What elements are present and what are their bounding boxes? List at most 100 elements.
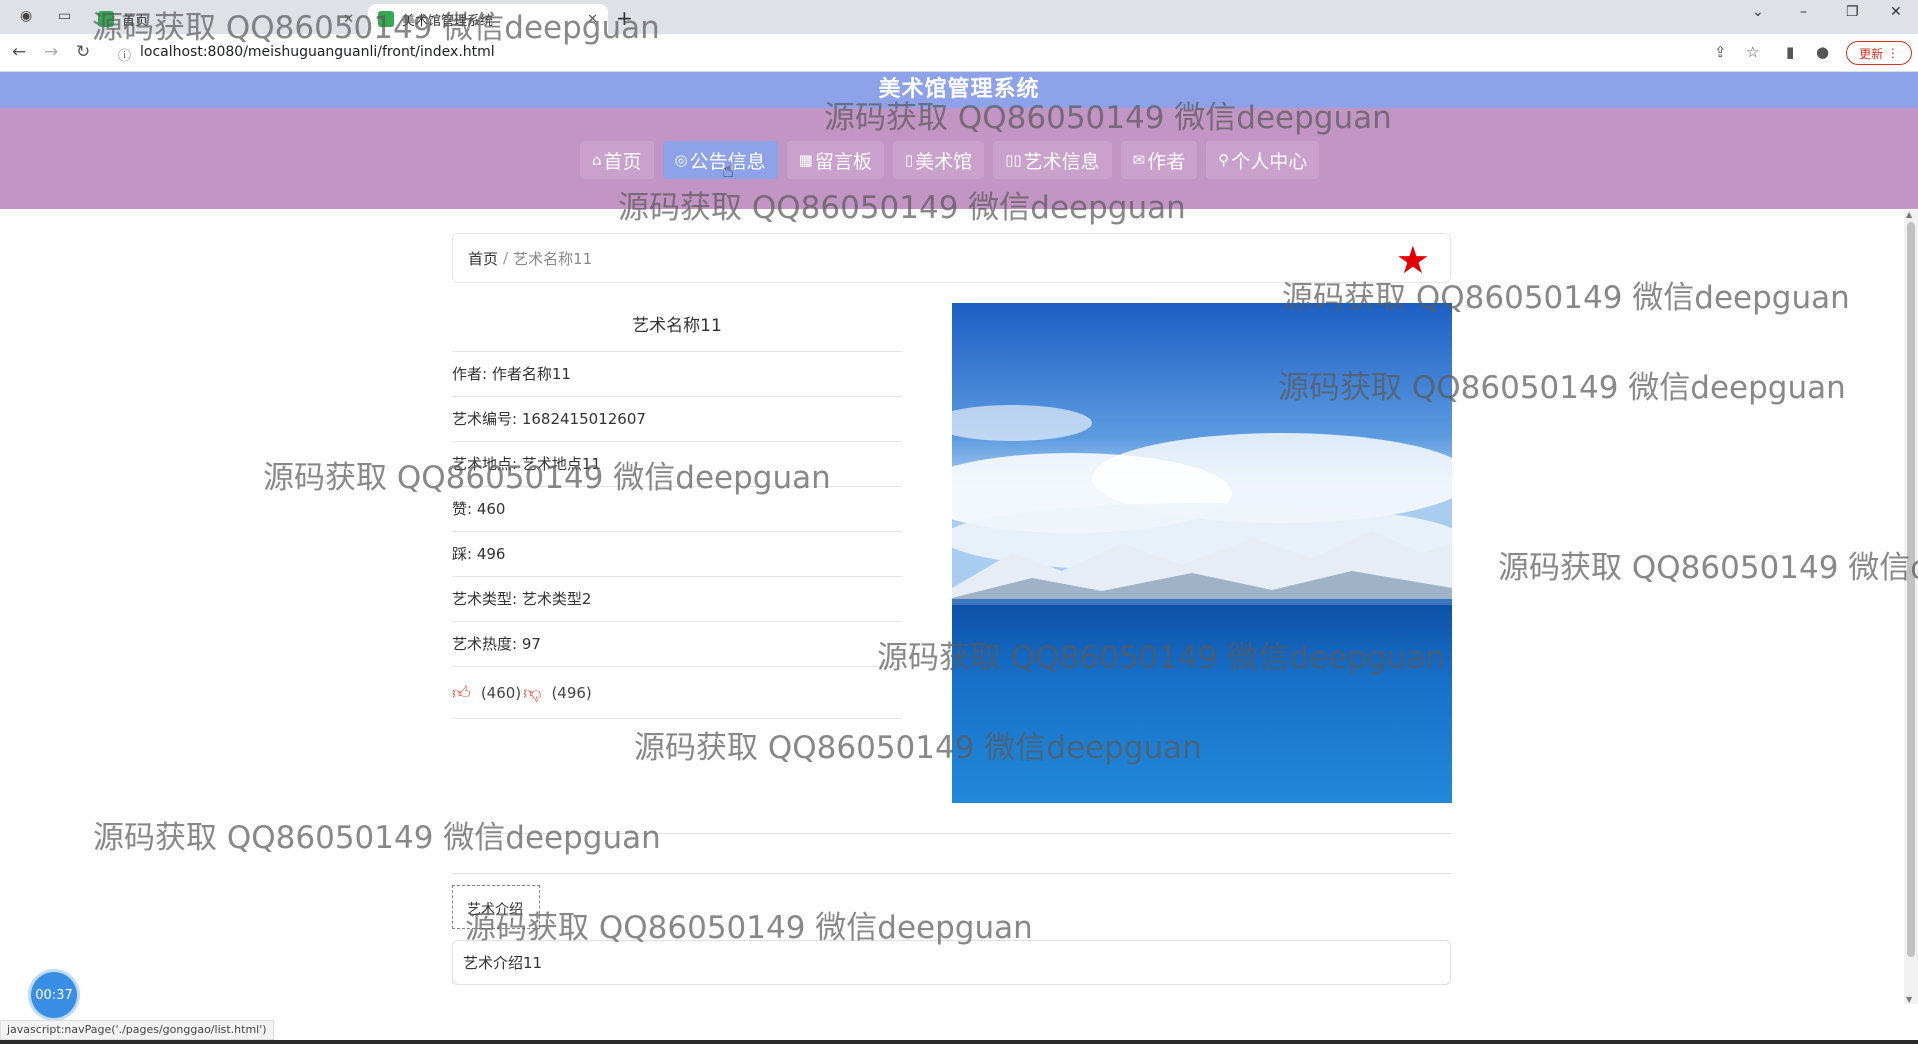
notice-icon: ◎ xyxy=(674,151,688,169)
menu-item-gallery[interactable]: ▯ 美术馆 xyxy=(892,141,985,179)
menu-item-home[interactable]: ⌂ 首页 xyxy=(580,141,654,179)
new-tab-icon[interactable]: + xyxy=(616,6,633,30)
user-icon: ⚲ xyxy=(1218,151,1230,169)
menu-item-label: 留言板 xyxy=(814,150,872,173)
watermark-text: 源码获取 QQ86050149 微信deepguan xyxy=(93,820,661,856)
menu-item-label: 艺术信息 xyxy=(1023,150,1100,173)
scroll-down-icon[interactable]: ▼ xyxy=(1906,995,1912,1004)
detail-row-art-type: 艺术类型: 艺术类型2 xyxy=(452,577,902,622)
divider xyxy=(452,833,1451,834)
like-count: (460) xyxy=(480,683,522,702)
browser-menu-icon[interactable]: ◉ xyxy=(20,8,32,24)
menu-item-message-board[interactable]: ▦ 留言板 xyxy=(786,141,884,179)
breadcrumb-home-link[interactable]: 首页 xyxy=(468,248,498,269)
field-label: 艺术地点: xyxy=(452,455,518,473)
field-value: 艺术类型2 xyxy=(521,590,592,608)
close-icon[interactable]: ✕ xyxy=(343,12,354,27)
detail-row-dislikes: 踩: 496 xyxy=(452,532,902,577)
tab-art-intro[interactable]: 艺术介绍 xyxy=(452,885,540,929)
browser-tab-1[interactable]: 首页 ✕ xyxy=(88,4,364,34)
thumbs-up-icon[interactable]: 👍︎ xyxy=(452,682,471,704)
taskbar-edge xyxy=(0,1040,1918,1044)
favorite-star-icon[interactable]: ★ xyxy=(1396,238,1430,282)
home-icon: ⌂ xyxy=(592,151,602,169)
field-value: 艺术地点11 xyxy=(521,455,601,473)
gallery-icon: ▯ xyxy=(904,151,914,169)
tab-search-icon[interactable]: ▭ xyxy=(58,8,71,24)
main-menu: ⌂ 首页 ◎ 公告信息 ▦ 留言板 ▯ 美术馆 ▯▯ 艺术信息 ✉ 作者 ⚲ 个… xyxy=(580,141,1320,179)
scroll-up-icon[interactable]: ▲ xyxy=(1906,210,1912,219)
share-icon[interactable]: ⇪ xyxy=(1714,43,1727,61)
art-detail-panel: 艺术名称11 作者: 作者名称11 艺术编号: 1682415012607 艺术… xyxy=(452,300,902,719)
field-value: 97 xyxy=(521,635,541,653)
browser-tab-2[interactable]: 美术馆管理系统 ✕ xyxy=(368,4,608,34)
breadcrumb: 首页 / 艺术名称11 ★ xyxy=(452,233,1451,283)
vote-row: 👍︎ (460) 👎︎ (496) xyxy=(452,667,902,719)
detail-row-author: 作者: 作者名称11 xyxy=(452,352,902,397)
field-label: 赞: xyxy=(452,500,473,518)
menu-item-personal-center[interactable]: ⚲ 个人中心 xyxy=(1206,141,1320,179)
divider xyxy=(452,873,1451,874)
art-title: 艺术名称11 xyxy=(452,300,902,352)
browser-tab-bar: ◉ ▭ 首页 ✕ 美术馆管理系统 ✕ + ⌄ – ❐ ✕ xyxy=(0,0,1918,34)
forward-icon[interactable]: → xyxy=(44,42,58,62)
browser-tab-title: 美术馆管理系统 xyxy=(402,13,494,29)
close-icon[interactable]: ✕ xyxy=(587,12,598,27)
message-board-icon: ▦ xyxy=(798,151,813,169)
breadcrumb-separator: / xyxy=(503,249,509,267)
field-label: 艺术类型: xyxy=(452,590,518,608)
menu-item-label: 首页 xyxy=(603,150,642,173)
tab-favicon-icon xyxy=(378,11,394,27)
field-label: 艺术编号: xyxy=(452,410,518,428)
page-title: 美术馆管理系统 xyxy=(878,77,1040,102)
field-value: 1682415012607 xyxy=(521,410,646,428)
address-bar: ← → ↻ ⓘ localhost:8080/meishuguanguanli/… xyxy=(0,34,1918,72)
profile-avatar-icon[interactable]: ● xyxy=(1816,43,1829,61)
landscape-image xyxy=(952,303,1452,803)
menu-item-notice[interactable]: ◎ 公告信息 xyxy=(662,141,778,179)
menu-item-label: 美术馆 xyxy=(915,150,973,173)
field-value: 496 xyxy=(476,545,506,563)
side-panel-icon[interactable]: ▮ xyxy=(1786,43,1794,61)
field-label: 作者: xyxy=(452,365,488,383)
dislike-count: (496) xyxy=(551,683,592,702)
tab-favicon-icon xyxy=(98,11,114,27)
menu-item-label: 作者 xyxy=(1147,150,1186,173)
url-field[interactable]: localhost:8080/meishuguanguanli/front/in… xyxy=(140,44,495,60)
field-label: 艺术热度: xyxy=(452,635,518,653)
detail-row-art-popularity: 艺术热度: 97 xyxy=(452,622,902,667)
reload-icon[interactable]: ↻ xyxy=(76,42,90,62)
detail-row-art-location: 艺术地点: 艺术地点11 xyxy=(452,442,902,487)
minimize-icon[interactable]: – xyxy=(1800,4,1807,20)
watermark-text: 源码获取 QQ86050149 微信deepguan xyxy=(1498,550,1918,586)
field-value: 作者名称11 xyxy=(491,365,571,383)
art-image xyxy=(952,303,1452,803)
art-info-icon: ▯▯ xyxy=(1005,151,1022,169)
system-title-bar: 美术馆管理系统 xyxy=(0,72,1918,108)
art-intro-content: 艺术介绍11 xyxy=(452,940,1451,985)
field-value: 460 xyxy=(476,500,506,518)
main-menu-bar: ⌂ 首页 ◎ 公告信息 ▦ 留言板 ▯ 美术馆 ▯▯ 艺术信息 ✉ 作者 ⚲ 个… xyxy=(0,108,1918,209)
status-bar-url: javascript:navPage('./pages/gonggao/list… xyxy=(0,1020,274,1040)
bookmark-star-icon[interactable]: ☆ xyxy=(1746,43,1759,61)
recording-timer[interactable]: 00:37 xyxy=(31,972,77,1018)
restore-icon[interactable]: ❐ xyxy=(1846,4,1859,20)
update-button[interactable]: 更新 ⋮ xyxy=(1846,41,1912,65)
mouse-cursor-icon: ☝ xyxy=(722,158,735,182)
back-icon[interactable]: ← xyxy=(12,42,26,62)
breadcrumb-current: 艺术名称11 xyxy=(513,249,593,268)
update-label: 更新 xyxy=(1859,46,1884,61)
window-close-icon[interactable]: ✕ xyxy=(1890,4,1902,20)
tab-list-chevron-icon[interactable]: ⌄ xyxy=(1752,4,1764,20)
detail-row-art-number: 艺术编号: 1682415012607 xyxy=(452,397,902,442)
site-info-icon[interactable]: ⓘ xyxy=(118,45,131,64)
menu-item-label: 个人中心 xyxy=(1231,150,1308,173)
menu-item-art-info[interactable]: ▯▯ 艺术信息 xyxy=(993,141,1112,179)
author-icon: ✉ xyxy=(1132,151,1146,169)
page-scrollbar[interactable]: ▲ ▼ xyxy=(1904,210,1918,1004)
scroll-thumb[interactable] xyxy=(1907,222,1915,957)
detail-row-likes: 赞: 460 xyxy=(452,487,902,532)
menu-item-author[interactable]: ✉ 作者 xyxy=(1120,141,1198,179)
thumbs-down-icon[interactable]: 👎︎ xyxy=(523,682,541,704)
field-label: 踩: xyxy=(452,545,473,563)
